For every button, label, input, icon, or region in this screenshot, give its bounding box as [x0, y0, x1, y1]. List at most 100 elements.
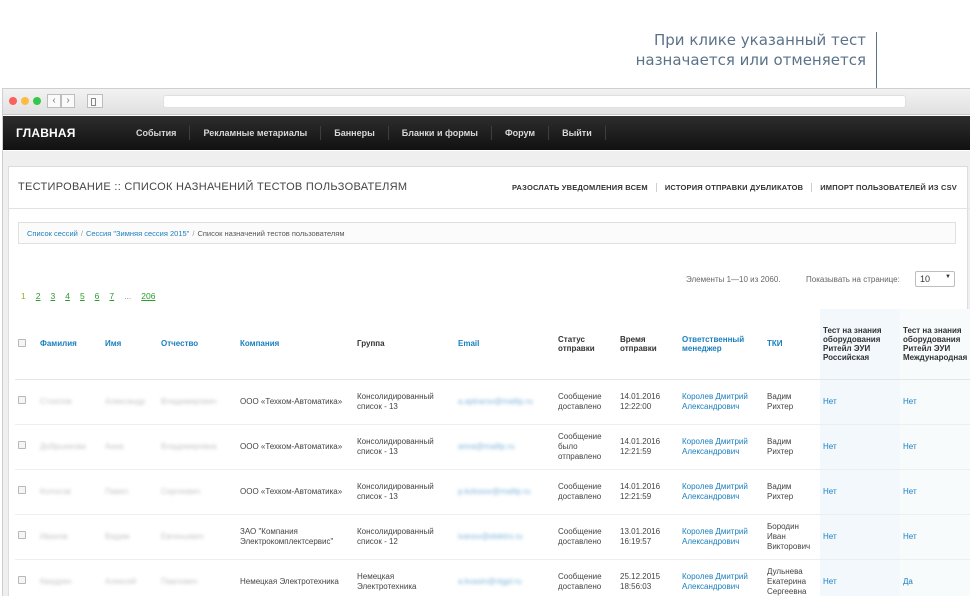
page-link[interactable]: 4 — [65, 291, 70, 301]
cell-tki: Бородин Иван Викторович — [764, 514, 820, 560]
row-checkbox-cell — [15, 514, 37, 560]
row-checkbox[interactable] — [18, 531, 26, 539]
page-link[interactable]: 7 — [109, 291, 114, 301]
test2-toggle[interactable]: Нет — [900, 469, 970, 515]
col-firstname[interactable]: Имя — [102, 309, 158, 380]
breadcrumb-session-link[interactable]: Сессия "Зимняя сессия 2015" — [86, 229, 189, 238]
cell-patronymic: Евгеньевич — [158, 514, 237, 560]
cell-lastname: Иванов — [37, 514, 102, 560]
main-panel: ТЕСТИРОВАНИЕ :: СПИСОК НАЗНАЧЕНИЙ ТЕСТОВ… — [8, 166, 970, 596]
breadcrumb-sessions-link[interactable]: Список сессий — [27, 229, 78, 238]
cell-patronymic: Павлович — [158, 559, 237, 596]
cell-manager[interactable]: Королев Дмитрий Александрович — [679, 469, 764, 515]
table-row: Квадрин Алексей Павлович Немецкая Электр… — [15, 559, 970, 596]
cell-email[interactable]: a.aptrarov@mailtp.ru — [455, 379, 555, 425]
cell-firstname: Алексей — [102, 559, 158, 596]
test2-toggle[interactable]: Нет — [900, 424, 970, 470]
test2-toggle[interactable]: Нет — [900, 379, 970, 425]
cell-email[interactable]: a.kvasin@nlgpl.ru — [455, 559, 555, 596]
cell-email[interactable]: anna@mailtp.ru — [455, 424, 555, 470]
menu-item-forum[interactable]: Форум — [492, 126, 550, 140]
cell-lastname: Стоялов — [37, 379, 102, 425]
row-checkbox[interactable] — [18, 486, 26, 494]
page-link-last[interactable]: 206 — [141, 291, 155, 301]
divider — [9, 208, 969, 209]
per-page-select[interactable]: 10 ▼ — [915, 271, 955, 287]
send-notifications-all-link[interactable]: РАЗОСЛАТЬ УВЕДОМЛЕНИЯ ВСЕМ — [504, 183, 657, 192]
cell-time: 25.12.2015 18:56:03 — [617, 559, 679, 596]
page-link[interactable]: 3 — [50, 291, 55, 301]
col-status: Статус отправки — [555, 309, 617, 380]
table-row: Добрынкова Анна Владимировна ООО «Техком… — [15, 424, 970, 470]
page-link-current[interactable]: 1 — [21, 291, 26, 301]
close-window-button[interactable] — [9, 97, 17, 105]
forward-arrow-icon[interactable]: › — [61, 94, 75, 108]
cell-patronymic: Сергеевич — [158, 469, 237, 515]
row-checkbox[interactable] — [18, 576, 26, 584]
test2-toggle[interactable]: Да — [900, 559, 970, 596]
test1-toggle[interactable]: Нет — [820, 559, 900, 596]
menu-item-ad-materials[interactable]: Рекламные метариалы — [190, 126, 322, 140]
select-all-cell — [15, 309, 37, 380]
callout-line-2: назначается или отменяется — [635, 51, 866, 69]
col-company[interactable]: Компания — [237, 309, 354, 380]
select-all-checkbox[interactable] — [18, 338, 26, 347]
cell-tki: Вадим Рихтер — [764, 379, 820, 425]
cell-time: 14.01.2016 12:22:00 — [617, 379, 679, 425]
row-checkbox-cell — [15, 424, 37, 470]
duplicates-history-link[interactable]: ИСТОРИЯ ОТПРАВКИ ДУБЛИКАТОВ — [657, 183, 813, 192]
col-tki[interactable]: ТКИ — [764, 309, 820, 380]
row-checkbox-cell — [15, 379, 37, 425]
cell-firstname: Вадим — [102, 514, 158, 560]
cell-status: Сообщение доставлено — [555, 514, 617, 560]
address-bar[interactable] — [163, 95, 906, 108]
col-lastname[interactable]: Фамилия — [37, 309, 102, 380]
test1-toggle[interactable]: Нет — [820, 514, 900, 560]
cell-time: 14.01.2016 12:21:59 — [617, 424, 679, 470]
menu-item-logout[interactable]: Выйти — [549, 126, 606, 140]
cell-company: ООО «Техком-Автоматика» — [237, 469, 354, 515]
test1-toggle[interactable]: Нет — [820, 379, 900, 425]
sidebar-toggle-icon[interactable] — [87, 94, 103, 108]
menu-item-forms[interactable]: Бланки и формы — [389, 126, 492, 140]
page-link[interactable]: 6 — [95, 291, 100, 301]
test1-toggle[interactable]: Нет — [820, 469, 900, 515]
row-checkbox[interactable] — [18, 441, 26, 449]
cell-group: Немецкая Электротехника — [354, 559, 455, 596]
cell-email[interactable]: ivanov@elektro.ru — [455, 514, 555, 560]
cell-manager[interactable]: Королев Дмитрий Александрович — [679, 559, 764, 596]
items-count: Элементы 1—10 из 2060. — [686, 275, 781, 284]
cell-manager[interactable]: Королев Дмитрий Александрович — [679, 379, 764, 425]
cell-time: 14.01.2016 12:21:59 — [617, 469, 679, 515]
menu-item-banners[interactable]: Баннеры — [321, 126, 389, 140]
minimize-window-button[interactable] — [21, 97, 29, 105]
col-email[interactable]: Email — [455, 309, 555, 380]
brand-home-link[interactable]: ГЛАВНАЯ — [16, 126, 76, 140]
import-users-csv-link[interactable]: ИМПОРТ ПОЛЬЗОВАТЕЛЕЙ ИЗ CSV — [812, 183, 957, 192]
col-time: Время отправки — [617, 309, 679, 380]
page-actions: РАЗОСЛАТЬ УВЕДОМЛЕНИЯ ВСЕМ ИСТОРИЯ ОТПРА… — [504, 183, 957, 192]
cell-lastname: Добрынкова — [37, 424, 102, 470]
cell-status: Сообщение было отправлено — [555, 424, 617, 470]
page-link[interactable]: 5 — [80, 291, 85, 301]
maximize-window-button[interactable] — [33, 97, 41, 105]
test2-toggle[interactable]: Нет — [900, 514, 970, 560]
per-page-label: Показывать на странице: — [806, 275, 900, 284]
cell-email[interactable]: p.kolosov@mailtp.ru — [455, 469, 555, 515]
cell-firstname: Анна — [102, 424, 158, 470]
cell-manager[interactable]: Королев Дмитрий Александрович — [679, 514, 764, 560]
top-navigation: ГЛАВНАЯ События Рекламные метариалы Банн… — [3, 116, 970, 150]
cell-company: ЗАО "Компания Электрокомплектсервис" — [237, 514, 354, 560]
page-ellipsis: ... — [124, 291, 132, 301]
col-patronymic[interactable]: Отчество — [158, 309, 237, 380]
cell-group: Консолидированный список - 13 — [354, 469, 455, 515]
test1-toggle[interactable]: Нет — [820, 424, 900, 470]
row-checkbox-cell — [15, 469, 37, 515]
row-checkbox[interactable] — [18, 396, 26, 404]
table-header-row: Фамилия Имя Отчество Компания Группа Ema… — [15, 309, 970, 380]
menu-item-events[interactable]: События — [123, 126, 191, 140]
col-manager[interactable]: Ответственный менеджер — [679, 309, 764, 380]
cell-manager[interactable]: Королев Дмитрий Александрович — [679, 424, 764, 470]
page-link[interactable]: 2 — [36, 291, 41, 301]
back-arrow-icon[interactable]: ‹ — [47, 94, 61, 108]
